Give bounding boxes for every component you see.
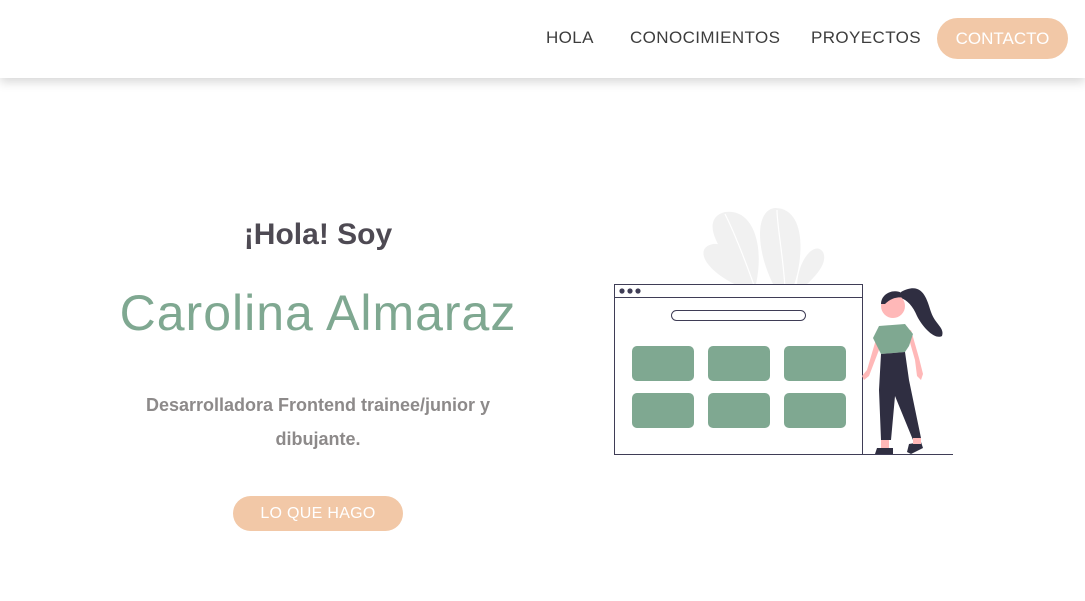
nav-link-proyectos[interactable]: PROYECTOS	[811, 28, 921, 48]
contact-button[interactable]: CONTACTO	[937, 18, 1068, 59]
navbar: HOLA CONOCIMIENTOS PROYECTOS CONTACTO	[0, 0, 1085, 78]
hero-illustration	[605, 200, 965, 470]
nav-link-hola[interactable]: HOLA	[546, 28, 594, 48]
what-i-do-button[interactable]: LO QUE HAGO	[233, 496, 403, 531]
plant-leaves-icon	[703, 208, 825, 288]
nav-link-conocimientos[interactable]: CONOCIMIENTOS	[630, 28, 780, 48]
hero-illustration-svg	[614, 208, 953, 455]
browser-window-icon	[614, 284, 863, 455]
hero-name: Carolina Almaraz	[119, 285, 517, 341]
hero-greeting: ¡Hola! Soy	[243, 218, 393, 251]
hero-description: Desarrolladora Frontend trainee/junior y…	[145, 395, 491, 449]
woman-figure-icon	[862, 288, 943, 454]
